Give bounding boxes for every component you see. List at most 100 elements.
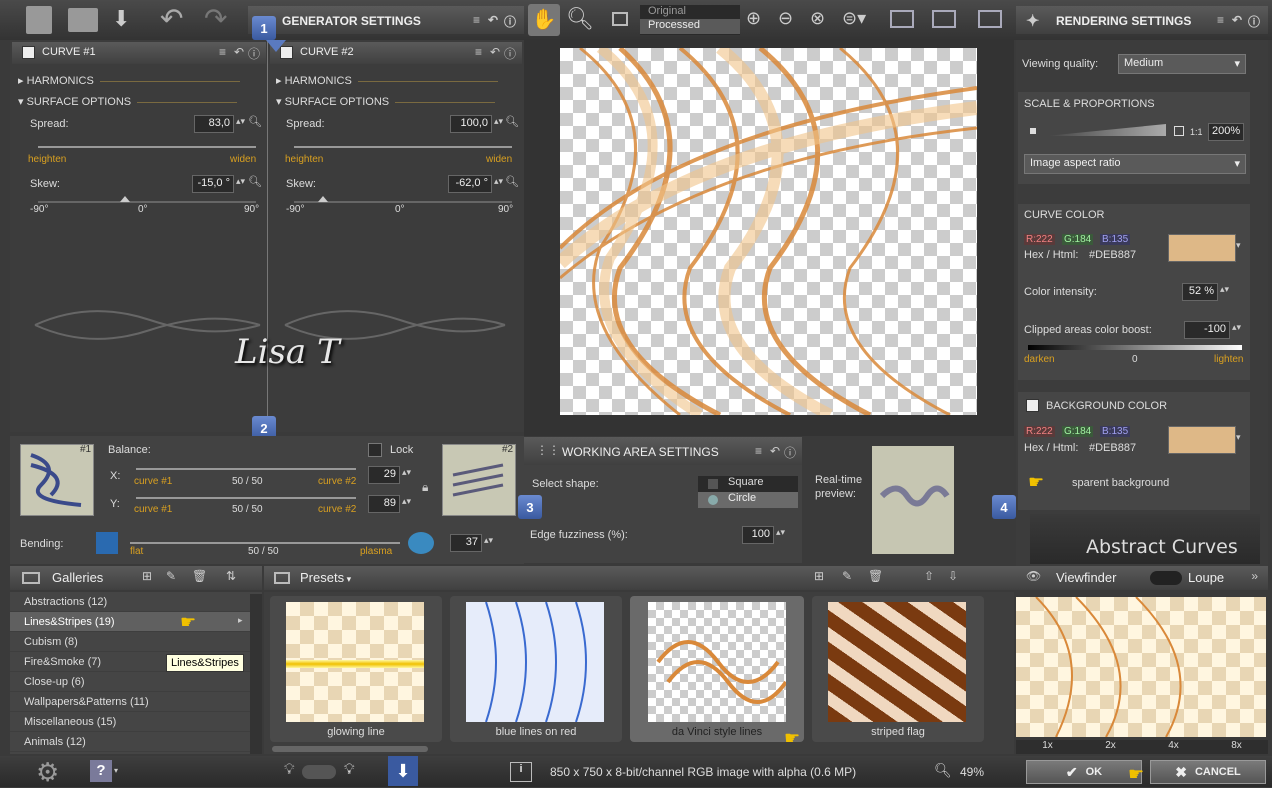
curve1-surface-options[interactable]: ▾ SURFACE OPTIONS [18, 95, 258, 108]
curve1-skew-input[interactable]: -15,0 ° [192, 175, 234, 193]
bending-slider[interactable] [130, 542, 400, 544]
curve2-skew-search-icon[interactable]: 🔍︎ [505, 175, 519, 188]
zoom-8x[interactable]: 8x [1205, 740, 1268, 754]
curve2-skew-thumb[interactable] [318, 196, 328, 202]
menu-icon[interactable]: ≡ [473, 13, 480, 27]
ok-button[interactable]: ✔ OK [1026, 760, 1142, 784]
curve1-spread-stepper[interactable]: ▴▾ [236, 116, 245, 127]
x-slider[interactable] [136, 468, 356, 470]
info-icon[interactable]: ⓘ [248, 45, 260, 62]
download-arrow-icon[interactable]: ⬇ [388, 756, 418, 786]
monitor-icon[interactable] [978, 10, 1002, 28]
curve1-skew-stepper[interactable]: ▴▾ [236, 176, 245, 187]
gallery-item[interactable]: Miscellaneous (15) [10, 712, 262, 732]
viewfinder-canvas[interactable] [1016, 597, 1266, 737]
edge-fuzziness-input[interactable]: 100 [742, 526, 774, 544]
curve1-skew-thumb[interactable] [120, 196, 130, 202]
zoom-1x[interactable]: 1x [1016, 740, 1079, 754]
clipped-stepper[interactable]: ▴▾ [1232, 322, 1241, 333]
link-icon[interactable]: 🔒︎ [422, 480, 428, 495]
preview-original[interactable]: Original [640, 5, 740, 19]
presets-scrollbar[interactable] [272, 746, 428, 752]
curve2-skew-stepper[interactable]: ▴▾ [494, 176, 503, 187]
x-input[interactable]: 29 [368, 466, 400, 484]
reset-icon[interactable]: ↶ [490, 45, 500, 59]
light-toggle[interactable] [302, 765, 336, 779]
delete-preset-icon[interactable]: 🗑︎ [868, 569, 883, 583]
add-gallery-icon[interactable]: ⊞ [142, 569, 152, 583]
add-preset-icon[interactable]: ⊞ [814, 569, 824, 583]
clipped-input[interactable]: -100 [1184, 321, 1230, 339]
expand-icon[interactable]: » [1251, 569, 1258, 583]
gear-icon[interactable]: ⚙ [36, 757, 59, 788]
bg-color-checkbox[interactable] [1026, 399, 1039, 412]
edit-gallery-icon[interactable]: ✎ [166, 569, 176, 583]
intensity-stepper[interactable]: ▴▾ [1220, 284, 1229, 295]
shape-square[interactable]: Square [698, 476, 798, 492]
help-icon[interactable]: ? [90, 760, 112, 782]
aspect-select[interactable]: Image aspect ratio ▾ [1024, 154, 1246, 174]
gallery-item[interactable]: Animals (12) [10, 732, 262, 752]
info-icon[interactable]: ⓘ [1248, 13, 1260, 30]
zoom-tool-icon[interactable]: 🔍︎ [566, 6, 594, 32]
zoom-2x[interactable]: 2x [1079, 740, 1142, 754]
curve2-surface-options[interactable]: ▾ SURFACE OPTIONS [276, 95, 516, 108]
reset-icon[interactable]: ↶ [1232, 13, 1242, 27]
info-icon[interactable]: ⓘ [504, 13, 516, 30]
gallery-scrollbar[interactable] [250, 594, 262, 754]
save-icon[interactable]: ⬇ [112, 6, 130, 32]
curve-color-swatch[interactable] [1168, 234, 1236, 262]
curve1-spread-input[interactable]: 83,0 [194, 115, 234, 133]
preset-card[interactable]: glowing line [270, 596, 442, 742]
curve2-harmonics[interactable]: ▸ HARMONICS [276, 74, 516, 87]
curve1-skew-search-icon[interactable]: 🔍︎ [248, 175, 262, 188]
shape-circle[interactable]: Circle [698, 492, 798, 508]
fullscreen-icon[interactable] [932, 10, 956, 28]
preset-card[interactable]: striped flag [812, 596, 984, 742]
gallery-item-selected[interactable]: Lines&Stripes (19) [10, 612, 262, 632]
delete-gallery-icon[interactable]: 🗑︎ [192, 569, 207, 583]
gallery-item[interactable]: Cubism (8) [10, 632, 262, 652]
lock-checkbox[interactable] [368, 443, 382, 457]
curve1-harmonics[interactable]: ▸ HARMONICS [18, 74, 258, 87]
curve1-checkbox[interactable] [22, 46, 35, 59]
reset-icon[interactable]: ↶ [488, 13, 498, 27]
y-slider[interactable] [136, 497, 356, 499]
curve2-skew-input[interactable]: -62,0 ° [448, 175, 492, 193]
preset-card-selected[interactable]: da Vinci style lines [630, 596, 804, 742]
preview-processed[interactable]: Processed [640, 19, 740, 34]
import-icon[interactable]: ⇧ [924, 569, 934, 583]
menu-icon[interactable]: ≡ [219, 45, 226, 59]
curve2-spread-slider[interactable] [294, 146, 512, 148]
fit-view-icon[interactable] [890, 10, 914, 28]
menu-icon[interactable]: ≡ [475, 45, 482, 59]
redo-icon[interactable]: ↷ [204, 2, 227, 35]
preset-card[interactable]: blue lines on red [450, 596, 622, 742]
sort-icon[interactable]: ⇅ [226, 569, 236, 583]
x-stepper[interactable]: ▴▾ [402, 467, 411, 478]
reset-icon[interactable]: ↶ [770, 444, 780, 458]
bending-stepper[interactable]: ▴▾ [484, 535, 493, 546]
curve1-spread-slider[interactable] [38, 146, 256, 148]
preview-canvas[interactable] [560, 48, 977, 415]
viewing-quality-select[interactable]: Medium ▾ [1118, 54, 1246, 74]
pin-menu-icon[interactable]: ⊜▾ [842, 8, 866, 29]
pin-clear-icon[interactable]: ⊗ [810, 8, 825, 29]
export-icon[interactable]: ⇩ [948, 569, 958, 583]
clipped-slider[interactable] [1028, 345, 1242, 350]
info-icon[interactable]: ⓘ [504, 45, 516, 62]
curve2-spread-input[interactable]: 100,0 [450, 115, 492, 133]
curve1-spread-search-icon[interactable]: 🔍︎ [248, 115, 262, 128]
hand-tool-icon[interactable]: ✋ [528, 4, 560, 36]
undo-icon[interactable]: ↶ [160, 2, 183, 35]
reset-icon[interactable]: ↶ [234, 45, 244, 59]
curve2-spread-stepper[interactable]: ▴▾ [494, 116, 503, 127]
y-stepper[interactable]: ▴▾ [402, 496, 411, 507]
menu-icon[interactable]: ≡ [1217, 13, 1224, 27]
chevron-down-icon[interactable]: ▾ [1236, 432, 1241, 443]
preview-toggle[interactable]: Original Processed [640, 5, 740, 35]
gallery-item[interactable]: Close-up (6) [10, 672, 262, 692]
bulb-off-icon[interactable]: 💡︎ [284, 761, 295, 778]
open-image-icon[interactable] [26, 6, 52, 34]
menu-icon[interactable]: ≡ [755, 444, 762, 458]
